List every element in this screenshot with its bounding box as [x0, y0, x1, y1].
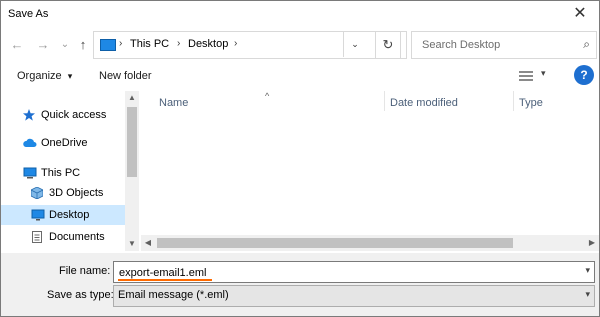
cloud-icon — [23, 138, 37, 147]
search-icon[interactable]: ⌕ — [583, 37, 590, 52]
save-as-type-label: Save as type: — [47, 289, 114, 301]
save-as-dialog: Save As ✕ ← → ⌄ ↑ › This PC › Desktop › … — [0, 0, 600, 317]
sidebar-item-quick-access[interactable]: Quick access — [1, 105, 125, 125]
sidebar-item-label: Documents — [49, 231, 105, 243]
scroll-left-icon[interactable]: ◀ — [141, 235, 155, 251]
title-bar: Save As ✕ — [1, 1, 599, 29]
sort-ascending-icon: ^ — [265, 91, 270, 101]
chevron-down-icon[interactable]: ▾ — [585, 265, 590, 276]
organize-label: Organize — [17, 70, 62, 82]
sidebar-item-label: 3D Objects — [49, 187, 104, 199]
help-icon[interactable]: ? — [574, 65, 594, 85]
scroll-down-icon[interactable]: ▼ — [125, 237, 139, 251]
save-as-type-select[interactable]: Email message (*.eml) ▾ — [113, 285, 595, 307]
sidebar-item-desktop[interactable]: Desktop — [1, 205, 125, 225]
command-bar: Organize ▾ New folder — [1, 63, 599, 91]
scroll-right-icon[interactable]: ▶ — [585, 235, 599, 251]
scrollbar-thumb[interactable] — [127, 107, 137, 177]
forward-icon[interactable]: → — [35, 37, 51, 53]
save-as-type-value: Email message (*.eml) — [118, 289, 229, 301]
star-icon — [23, 109, 35, 121]
view-options-icon[interactable] — [519, 69, 533, 81]
sidebar-item-label: OneDrive — [41, 137, 88, 149]
chevron-down-icon: ▾ — [67, 71, 73, 81]
column-divider[interactable] — [384, 91, 385, 111]
window-title: Save As — [8, 8, 49, 20]
search-input[interactable] — [420, 36, 574, 54]
sidebar-scrollbar[interactable]: ▲ ▼ — [125, 91, 139, 251]
document-icon — [32, 231, 42, 243]
column-header-type[interactable]: Type — [519, 97, 543, 109]
search-box[interactable]: ⌕ — [411, 31, 597, 59]
recent-locations-icon[interactable]: ⌄ — [57, 37, 73, 53]
chevron-down-icon[interactable]: ▾ — [541, 68, 546, 79]
spellcheck-underline — [118, 279, 212, 281]
back-icon[interactable]: ← — [9, 37, 25, 53]
sidebar-item-onedrive[interactable]: OneDrive — [1, 133, 125, 153]
chevron-down-icon[interactable]: ▾ — [585, 289, 590, 300]
file-list-horizontal-scrollbar[interactable]: ◀ ▶ — [141, 235, 599, 251]
navigation-pane: Quick access OneDrive This PC 3D Objects — [1, 91, 125, 251]
cube-icon — [31, 187, 43, 199]
breadcrumb-desktop[interactable]: Desktop — [188, 38, 228, 50]
organize-button[interactable]: Organize ▾ — [17, 70, 72, 82]
pc-icon — [23, 167, 37, 179]
pc-icon — [100, 39, 116, 51]
refresh-icon[interactable]: ↻ — [375, 31, 401, 59]
column-header-date-modified[interactable]: Date modified — [390, 97, 458, 109]
file-list: ^ Name Date modified Type — [141, 91, 597, 251]
breadcrumb-this-pc[interactable]: This PC — [130, 38, 169, 50]
sidebar-item-label: This PC — [41, 167, 81, 179]
column-header-name[interactable]: Name — [159, 97, 188, 109]
breadcrumb-separator: › — [119, 38, 123, 49]
sidebar-item-label: Desktop — [49, 209, 90, 221]
breadcrumb-separator: › — [234, 38, 238, 49]
save-form: File name: ▾ Save as type: Email message… — [1, 253, 599, 316]
sidebar-item-this-pc[interactable]: This PC — [1, 163, 125, 183]
file-name-label: File name: — [59, 265, 111, 277]
up-icon[interactable]: ↑ — [75, 37, 91, 53]
address-dropdown-icon[interactable]: ⌄ — [343, 31, 366, 57]
sidebar-item-3d-objects[interactable]: 3D Objects — [1, 183, 125, 203]
close-icon[interactable]: ✕ — [569, 4, 591, 24]
scroll-up-icon[interactable]: ▲ — [125, 91, 139, 105]
sidebar-item-label: Quick access — [41, 109, 107, 121]
new-folder-button[interactable]: New folder — [99, 70, 152, 82]
column-divider[interactable] — [513, 91, 514, 111]
sidebar-item-documents[interactable]: Documents — [1, 227, 125, 247]
desktop-icon — [31, 209, 45, 221]
scrollbar-thumb[interactable] — [157, 238, 513, 248]
breadcrumb-separator: › — [177, 38, 181, 49]
file-name-field[interactable]: ▾ — [113, 261, 595, 283]
